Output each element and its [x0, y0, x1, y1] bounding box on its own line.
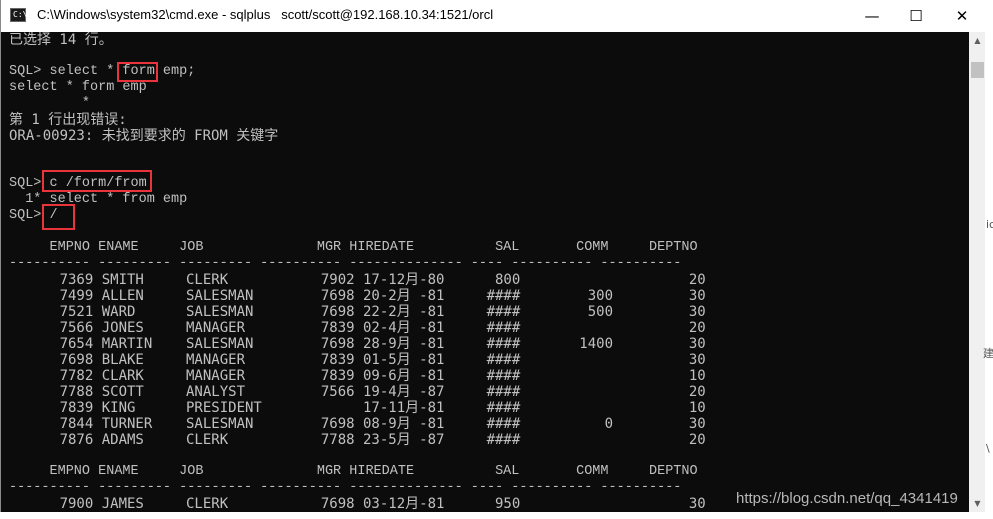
background-text-fragment: \ [986, 442, 990, 455]
title-bar[interactable]: C:\ C:\Windows\system32\cmd.exe - sqlplu… [1, 0, 986, 32]
console-line: 7876 ADAMS CLERK 7788 23-5月 -87 #### 20 [9, 432, 706, 448]
close-button[interactable]: ✕ [939, 0, 985, 32]
background-window-edge: ic 建 \ [983, 0, 993, 519]
scroll-down-icon[interactable]: ▼ [969, 495, 986, 512]
cmd-window: C:\ C:\Windows\system32\cmd.exe - sqlplu… [0, 0, 987, 513]
console-line: 7654 MARTIN SALESMAN 7698 28-9月 -81 ####… [9, 336, 706, 352]
minimize-button[interactable]: — [849, 0, 895, 32]
console-line: 7521 WARD SALESMAN 7698 22-2月 -81 #### 5… [9, 304, 706, 320]
scrollbar-thumb[interactable] [971, 62, 984, 78]
cmd-app-icon[interactable]: C:\ [10, 8, 28, 22]
console-line: 已选择 14 行。 [9, 32, 113, 48]
window-title: C:\Windows\system32\cmd.exe - sqlplus sc… [37, 7, 494, 22]
highlight-box [42, 204, 75, 230]
console-line: EMPNO ENAME JOB MGR HIREDATE SAL COMM DE… [9, 240, 698, 255]
console-line: 7698 BLAKE MANAGER 7839 01-5月 -81 #### 3… [9, 352, 706, 368]
console-output[interactable]: 已选择 14 行。 SQL> select * form emp; select *… [1, 32, 969, 512]
background-text-fragment: ic [986, 218, 993, 231]
console-line: ---------- --------- --------- ---------… [9, 480, 682, 495]
console-line: * [9, 96, 91, 111]
console-line: select * form emp [9, 80, 147, 95]
highlight-box [42, 170, 152, 192]
console-line: 第 1 行出现错误: [9, 112, 127, 128]
console-line: ORA-00923: 未找到要求的 FROM 关键字 [9, 128, 279, 144]
watermark-text: https://blog.csdn.net/qq_4341419 [736, 490, 958, 507]
console-line: 7839 KING PRESIDENT 17-11月-81 #### 10 [9, 400, 706, 416]
highlight-box [117, 62, 158, 82]
console-line: 7782 CLARK MANAGER 7839 09-6月 -81 #### 1… [9, 368, 706, 384]
console-line: 7499 ALLEN SALESMAN 7698 20-2月 -81 #### … [9, 288, 706, 304]
minimize-icon: — [864, 7, 880, 25]
maximize-button[interactable]: ☐ [893, 0, 939, 32]
console-line: 7566 JONES MANAGER 7839 02-4月 -81 #### 2… [9, 320, 706, 336]
background-text-fragment: 建 [983, 347, 993, 360]
console-line: 1* select * from emp [9, 192, 188, 207]
console-line: 7844 TURNER SALESMAN 7698 08-9月 -81 ####… [9, 416, 706, 432]
console-line: ---------- --------- --------- ---------… [9, 256, 682, 271]
maximize-icon: ☐ [909, 7, 923, 25]
console-line: EMPNO ENAME JOB MGR HIREDATE SAL COMM DE… [9, 464, 698, 479]
desktop-strip [0, 512, 993, 519]
console-line: 7788 SCOTT ANALYST 7566 19-4月 -87 #### 2… [9, 384, 706, 400]
console-line: 7369 SMITH CLERK 7902 17-12月-80 800 20 [9, 272, 706, 288]
scroll-up-icon[interactable]: ▲ [969, 32, 986, 49]
cmd-icon-label: C:\ [13, 10, 28, 19]
vertical-scrollbar[interactable]: ▲ ▼ [969, 32, 986, 512]
console-line: 7900 JAMES CLERK 7698 03-12月-81 950 30 [9, 496, 706, 512]
close-icon: ✕ [955, 7, 969, 25]
console-line: SQL> select * form emp; [9, 64, 196, 79]
